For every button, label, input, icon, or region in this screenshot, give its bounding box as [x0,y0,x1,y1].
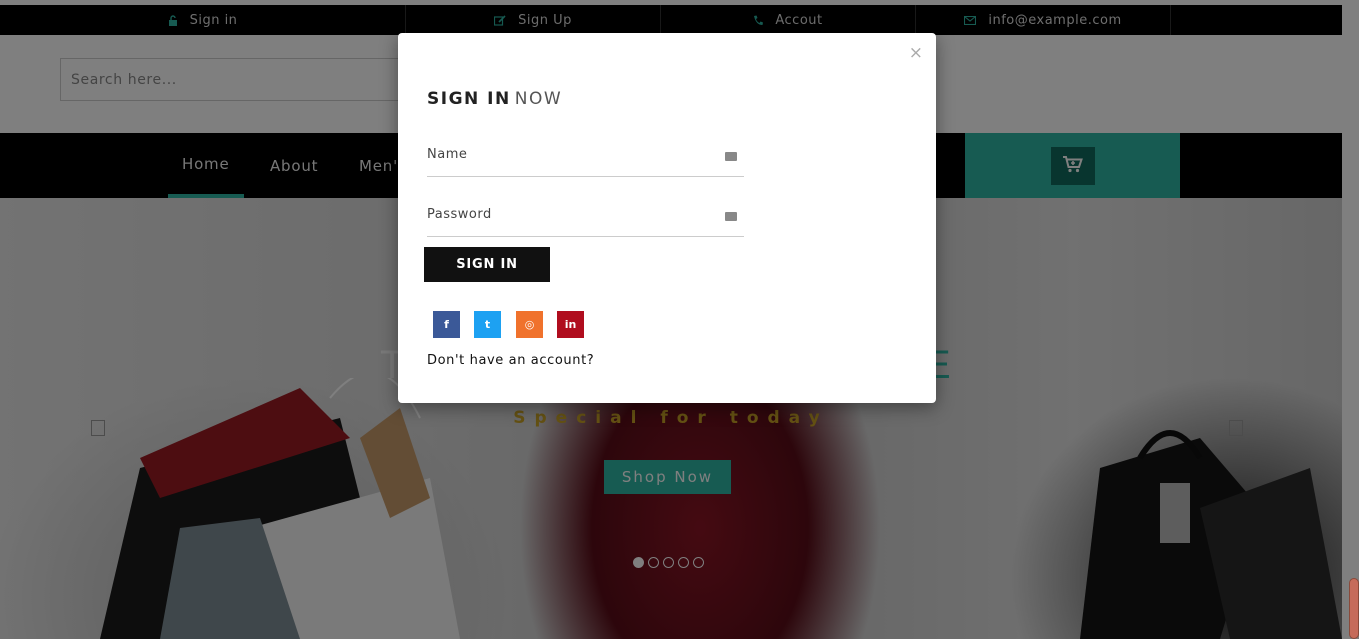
password-field[interactable]: Password [427,207,744,237]
close-icon[interactable]: × [909,45,923,62]
page: Sign in Sign Up Accout info@example.com … [0,0,1359,639]
name-field[interactable]: Name [427,147,744,177]
name-placeholder: Name [427,147,468,162]
autofill-key-icon [725,212,737,221]
sign-in-button[interactable]: SIGN IN [424,247,550,282]
sign-in-button-label: SIGN IN [456,257,518,272]
autofill-key-icon [725,152,737,161]
modal-title-light: NOW [514,89,563,109]
linkedin-icon[interactable]: in [557,311,584,338]
linkedin-glyph: in [564,318,577,331]
password-placeholder: Password [427,207,492,222]
instagram-glyph: ◎ [524,318,535,331]
twitter-glyph: t [484,318,491,331]
facebook-icon[interactable]: f [433,311,460,338]
instagram-icon[interactable]: ◎ [516,311,543,338]
scroll-indicator[interactable] [1349,578,1359,639]
facebook-glyph: f [444,318,449,331]
twitter-icon[interactable]: t [474,311,501,338]
no-account-link[interactable]: Don't have an account? [427,353,594,368]
modal-title: SIGN IN NOW [427,89,562,109]
sign-in-modal: × SIGN IN NOW Name Password SIGN IN f t ◎… [398,33,936,403]
modal-title-bold: SIGN IN [427,89,511,109]
